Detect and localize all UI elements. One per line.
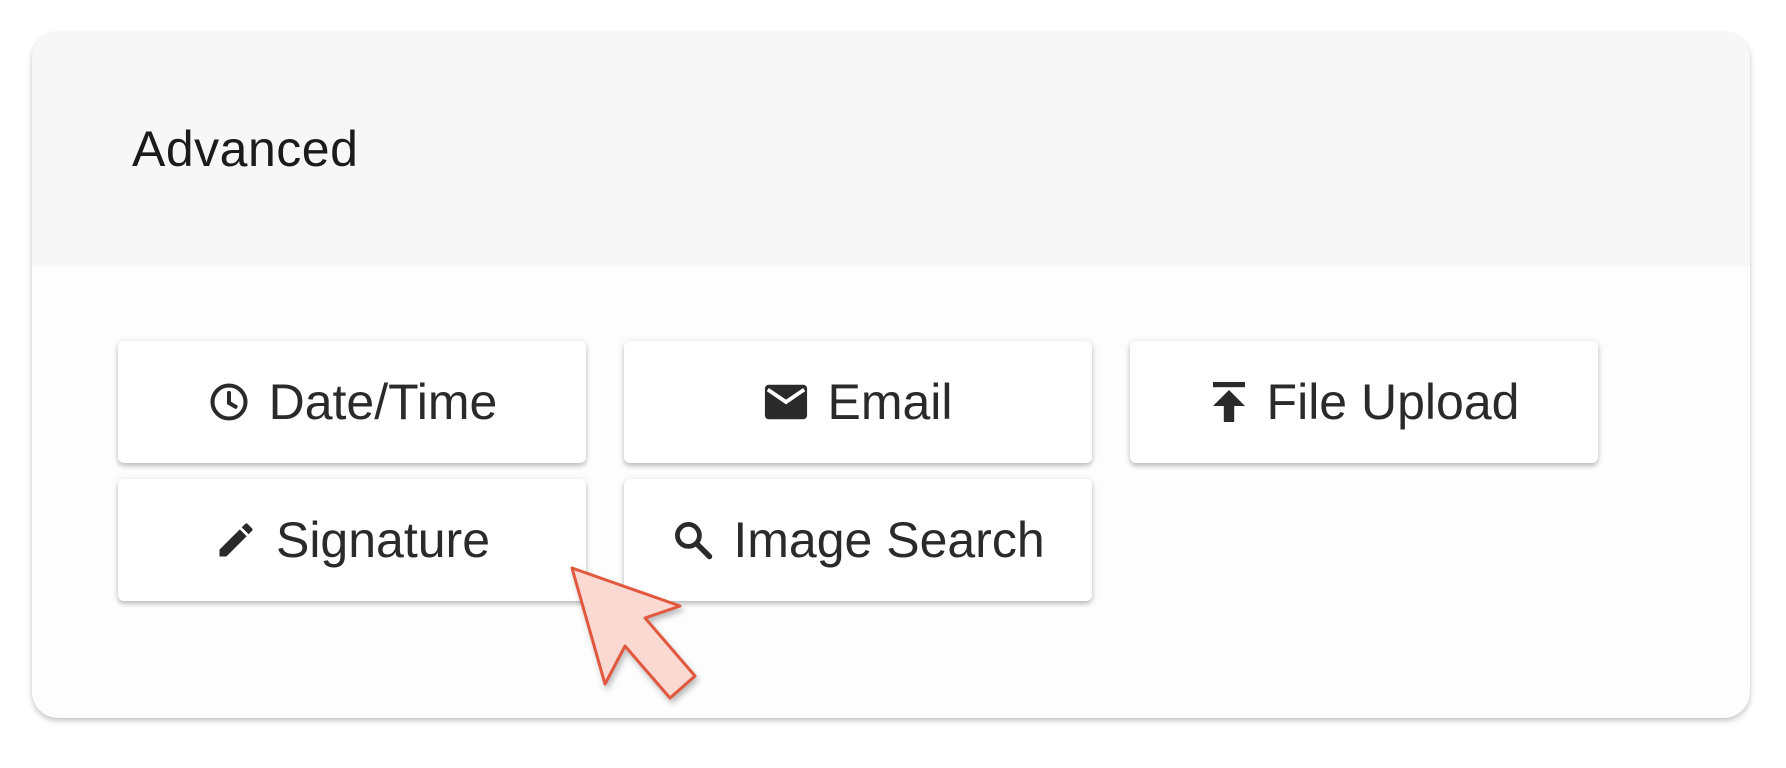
date-time-button[interactable]: Date/Time	[118, 341, 586, 463]
panel-title: Advanced	[132, 121, 359, 177]
pencil-icon	[214, 518, 258, 562]
file-upload-label: File Upload	[1266, 374, 1520, 430]
file-upload-button[interactable]: File Upload	[1130, 341, 1598, 463]
image-search-label: Image Search	[733, 512, 1045, 568]
image-search-button[interactable]: Image Search	[624, 479, 1092, 601]
signature-label: Signature	[275, 512, 491, 568]
signature-button[interactable]: Signature	[118, 479, 586, 601]
panel-header: Advanced	[32, 32, 1750, 266]
search-icon	[671, 518, 715, 562]
clock-icon	[207, 380, 251, 424]
email-label: Email	[827, 374, 953, 430]
email-button[interactable]: Email	[624, 341, 1092, 463]
date-time-label: Date/Time	[268, 374, 498, 430]
upload-icon	[1209, 380, 1249, 424]
mail-icon	[763, 382, 809, 422]
